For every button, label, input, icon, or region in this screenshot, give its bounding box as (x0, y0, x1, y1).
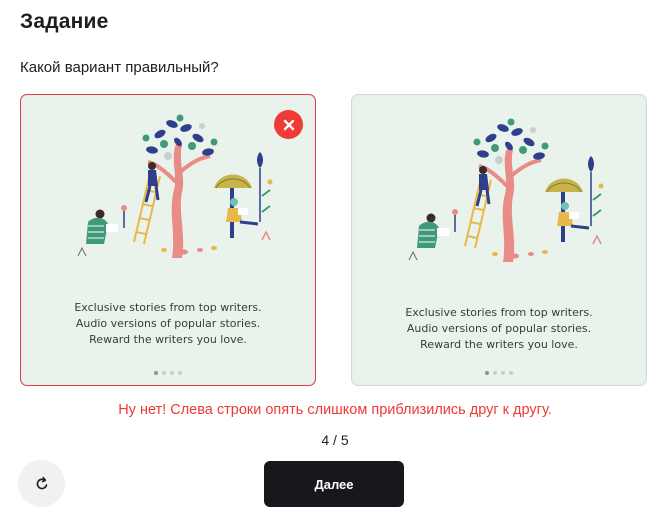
feedback-message: Ну нет! Слева строки опять слишком прибл… (118, 402, 552, 418)
promo-line: Audio versions of popular stories. (406, 322, 592, 335)
carousel-dot (170, 371, 174, 375)
carousel-dot (178, 371, 182, 375)
card-canvas: Exclusive stories from top writers. Audi… (355, 98, 643, 382)
progress-counter: 4 / 5 (321, 432, 349, 448)
illustration (77, 114, 273, 258)
promo-line: Reward the writers you love. (420, 338, 578, 351)
card-canvas: Exclusive stories from top writers. Audi… (24, 98, 312, 382)
page-title: Задание (20, 10, 109, 33)
close-icon (283, 119, 294, 130)
carousel-dot-active (154, 371, 158, 375)
promo-text: Exclusive stories from top writers. Audi… (24, 300, 312, 348)
carousel-dot-active (485, 371, 489, 375)
carousel-dots (24, 371, 312, 375)
carousel-dot (501, 371, 505, 375)
promo-text: Exclusive stories from top writers. Audi… (355, 305, 643, 353)
question-text: Какой вариант правильный? (20, 59, 219, 76)
reload-icon (36, 476, 47, 489)
next-button[interactable]: Далее (264, 461, 404, 507)
wrong-answer-badge (274, 110, 303, 139)
reload-button[interactable] (18, 460, 65, 507)
carousel-dots (355, 371, 643, 375)
promo-line: Exclusive stories from top writers. (405, 306, 593, 319)
option-card-right[interactable]: Exclusive stories from top writers. Audi… (351, 94, 647, 386)
carousel-dot (162, 371, 166, 375)
promo-line: Audio versions of popular stories. (75, 317, 261, 330)
carousel-dot (509, 371, 513, 375)
promo-line: Reward the writers you love. (89, 333, 247, 346)
option-card-left[interactable]: Exclusive stories from top writers. Audi… (20, 94, 316, 386)
promo-line: Exclusive stories from top writers. (74, 301, 262, 314)
carousel-dot (493, 371, 497, 375)
illustration (408, 118, 604, 262)
